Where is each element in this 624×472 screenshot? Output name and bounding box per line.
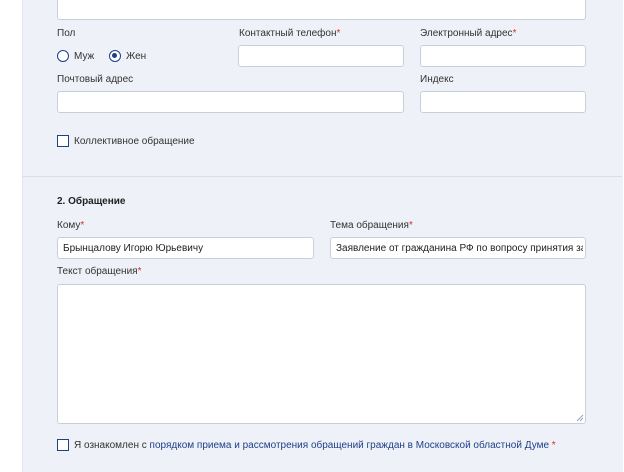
collective-checkbox[interactable] [57, 135, 69, 147]
collective-label[interactable]: Коллективное обращение [74, 136, 195, 147]
section-divider [22, 176, 622, 177]
resize-handle-icon[interactable] [576, 414, 584, 422]
appeal-section-title: 2. Обращение [57, 196, 126, 207]
consent-rules-link[interactable]: порядком приема и рассмотрения обращений… [150, 440, 549, 451]
to-input[interactable]: Брынцалову Игорю Юрьевичу [57, 237, 314, 259]
topic-label: Тема обращения* [330, 220, 413, 231]
gender-male-radio[interactable] [57, 50, 69, 62]
email-label-text: Электронный адрес [420, 28, 513, 39]
gender-female-label[interactable]: Жен [126, 51, 146, 62]
text-required-mark: * [137, 266, 142, 277]
topic-input-value: Заявление от гражданина РФ по вопросу пр… [336, 243, 583, 254]
appeal-text-area[interactable] [57, 284, 586, 424]
consent-label: Я ознакомлен с порядком приема и рассмот… [74, 440, 556, 451]
phone-label-text: Контактный телефон [239, 28, 337, 39]
email-required-mark: * [512, 28, 517, 39]
to-label: Кому* [57, 220, 84, 231]
to-input-value: Брынцалову Игорю Юрьевичу [63, 243, 204, 254]
postal-label: Почтовый адрес [57, 74, 134, 85]
index-label: Индекс [420, 74, 454, 85]
consent-prefix: Я ознакомлен с [74, 440, 150, 451]
to-label-text: Кому [57, 220, 81, 231]
postal-address-input[interactable] [57, 91, 404, 113]
email-label: Электронный адрес* [420, 28, 516, 39]
phone-input[interactable] [238, 45, 404, 67]
email-input[interactable] [420, 45, 586, 67]
topic-required-mark: * [408, 220, 413, 231]
consent-required-mark: * [551, 440, 556, 451]
gender-label: Пол [57, 28, 76, 39]
previous-field-input[interactable] [57, 0, 586, 20]
text-label-text: Текст обращения [57, 266, 138, 277]
topic-label-text: Тема обращения [330, 220, 409, 231]
to-required-mark: * [80, 220, 85, 231]
gender-female-radio[interactable] [109, 50, 121, 62]
phone-label: Контактный телефон* [239, 28, 340, 39]
phone-required-mark: * [336, 28, 341, 39]
topic-input[interactable]: Заявление от гражданина РФ по вопросу пр… [330, 237, 586, 259]
index-input[interactable] [420, 91, 586, 113]
consent-checkbox[interactable] [57, 439, 69, 451]
gender-male-label[interactable]: Муж [74, 51, 94, 62]
text-label: Текст обращения* [57, 266, 141, 277]
